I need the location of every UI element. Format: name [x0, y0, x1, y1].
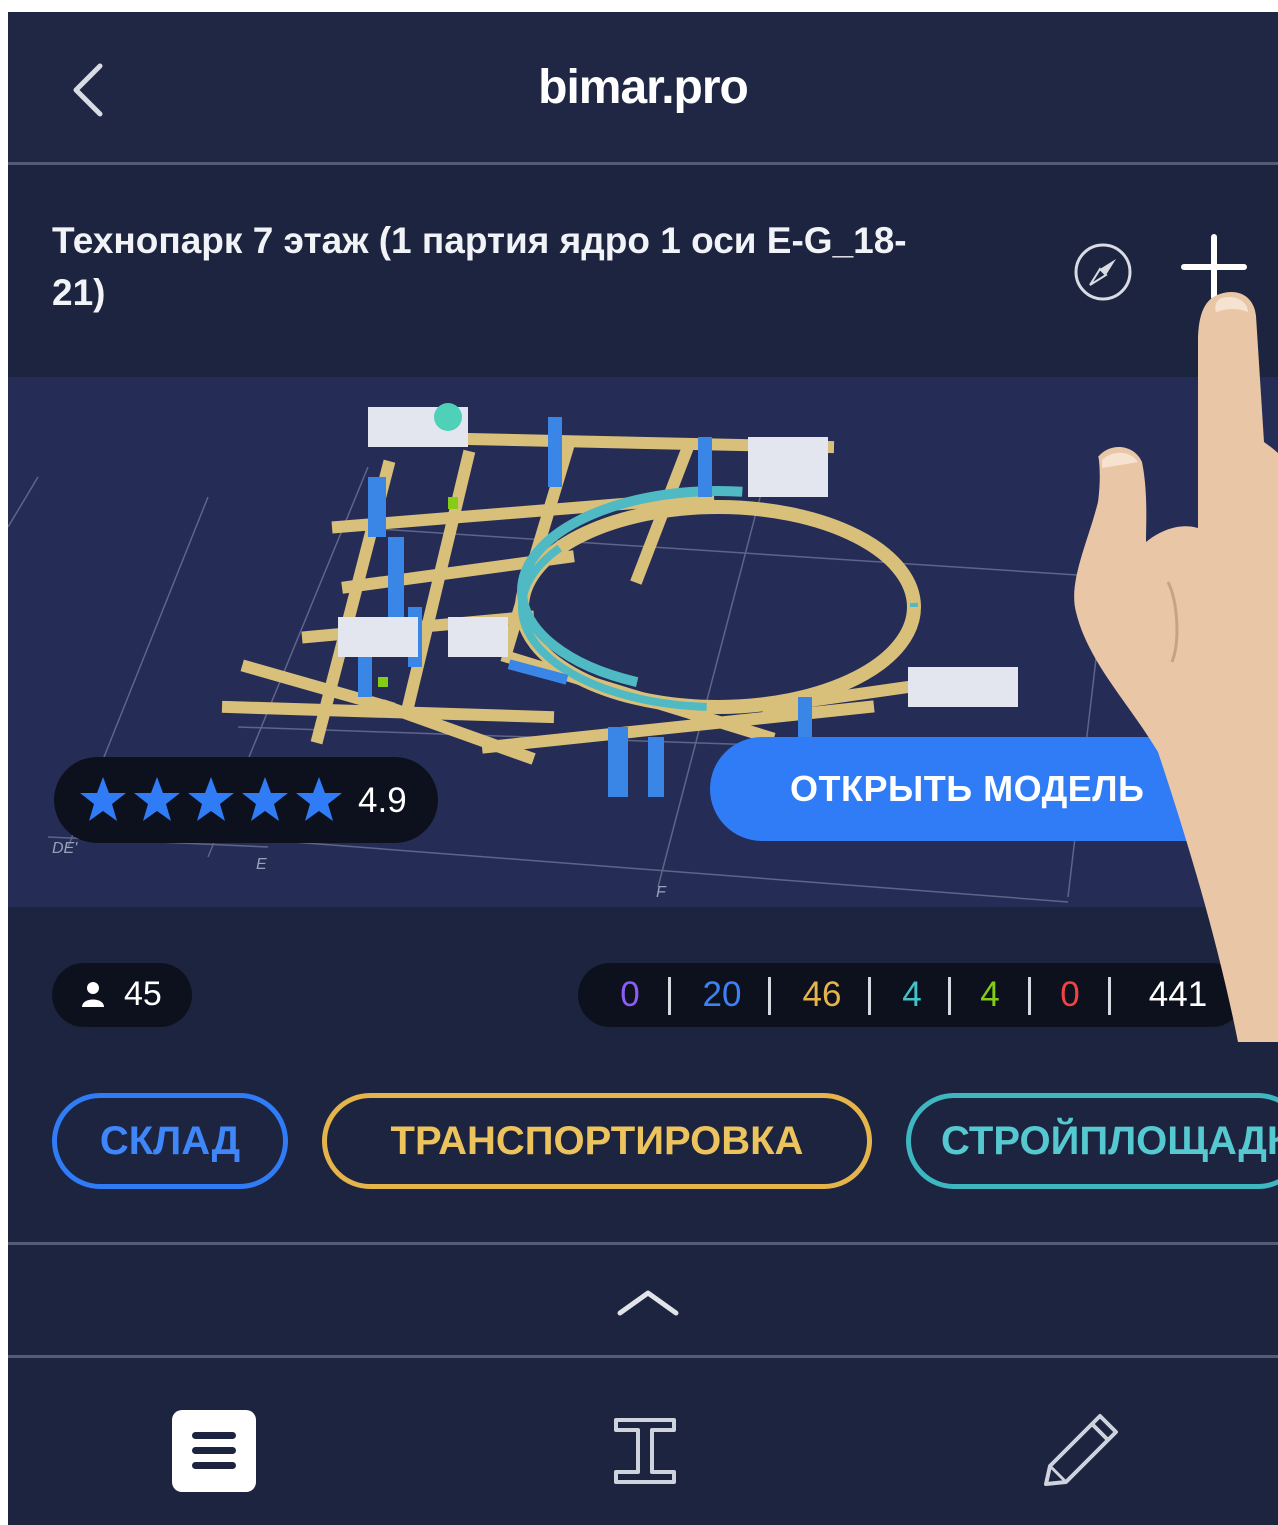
nav-beam-button[interactable] [612, 1416, 678, 1486]
axis-label-de: DE' [52, 840, 78, 857]
count-separator [868, 977, 871, 1015]
project-header: Технопарк 7 этаж (1 партия ядро 1 оси E-… [8, 165, 1278, 377]
star-icon [296, 777, 342, 821]
users-count-badge: 45 [52, 963, 192, 1027]
app-screen: bimar.pro Технопарк 7 этаж (1 партия ядр… [8, 12, 1278, 1525]
compass-button[interactable] [1072, 241, 1134, 303]
compass-icon [1074, 243, 1132, 301]
stage-warehouse-button[interactable]: СКЛАД [52, 1093, 288, 1189]
rating-badge: 4.9 [54, 757, 438, 843]
count-separator [1108, 977, 1111, 1015]
stage-site-button[interactable]: СТРОЙПЛОЩАДКА [906, 1093, 1278, 1189]
open-model-button[interactable]: ОТКРЫТЬ МОДЕЛЬ [710, 737, 1278, 841]
count-blue: 20 [702, 975, 742, 1014]
top-bar: bimar.pro [8, 12, 1278, 162]
nav-edit-button[interactable] [1038, 1408, 1122, 1492]
bottom-nav [8, 1358, 1278, 1525]
nav-list-button[interactable] [172, 1410, 256, 1492]
add-button[interactable] [1180, 233, 1248, 301]
collapse-bar [8, 1245, 1278, 1355]
count-separator [768, 977, 771, 1015]
stage-transport-button[interactable]: ТРАНСПОРТИРОВКА [322, 1093, 872, 1189]
site-title: bimar.pro [538, 61, 749, 114]
star-icon [242, 777, 288, 821]
list-icon [172, 1410, 256, 1492]
model-preview[interactable]: DE' E F 4.9 ОТКРЫТЬ МОДЕЛЬ [8, 377, 1278, 907]
users-count: 45 [124, 975, 162, 1013]
user-icon [82, 982, 104, 1007]
star-icon [188, 777, 234, 821]
project-title: Технопарк 7 этаж (1 партия ядро 1 оси E-… [52, 220, 907, 313]
project-info: 45 0 20 46 4 4 0 441 СКЛАД ТРАНСПОРТИРОВ… [8, 907, 1278, 1242]
count-red: 0 [1060, 975, 1080, 1014]
count-yellow: 46 [802, 975, 842, 1014]
plus-icon [1181, 234, 1247, 300]
count-separator [668, 977, 671, 1015]
status-counts: 0 20 46 4 4 0 441 [578, 963, 1244, 1027]
i-beam-icon [614, 1418, 676, 1484]
count-teal: 4 [902, 975, 922, 1014]
axis-label-f: F [656, 884, 667, 901]
count-green: 4 [980, 975, 1000, 1014]
pencil-icon [1044, 1414, 1118, 1486]
star-icon [134, 777, 180, 821]
count-purple: 0 [620, 975, 640, 1014]
axis-label-e: E [256, 856, 267, 873]
rating-value: 4.9 [358, 781, 407, 820]
rating-stars [80, 777, 342, 821]
count-total: 441 [1148, 975, 1208, 1014]
star-icon [80, 777, 126, 821]
chevron-up-icon[interactable] [616, 1285, 680, 1319]
